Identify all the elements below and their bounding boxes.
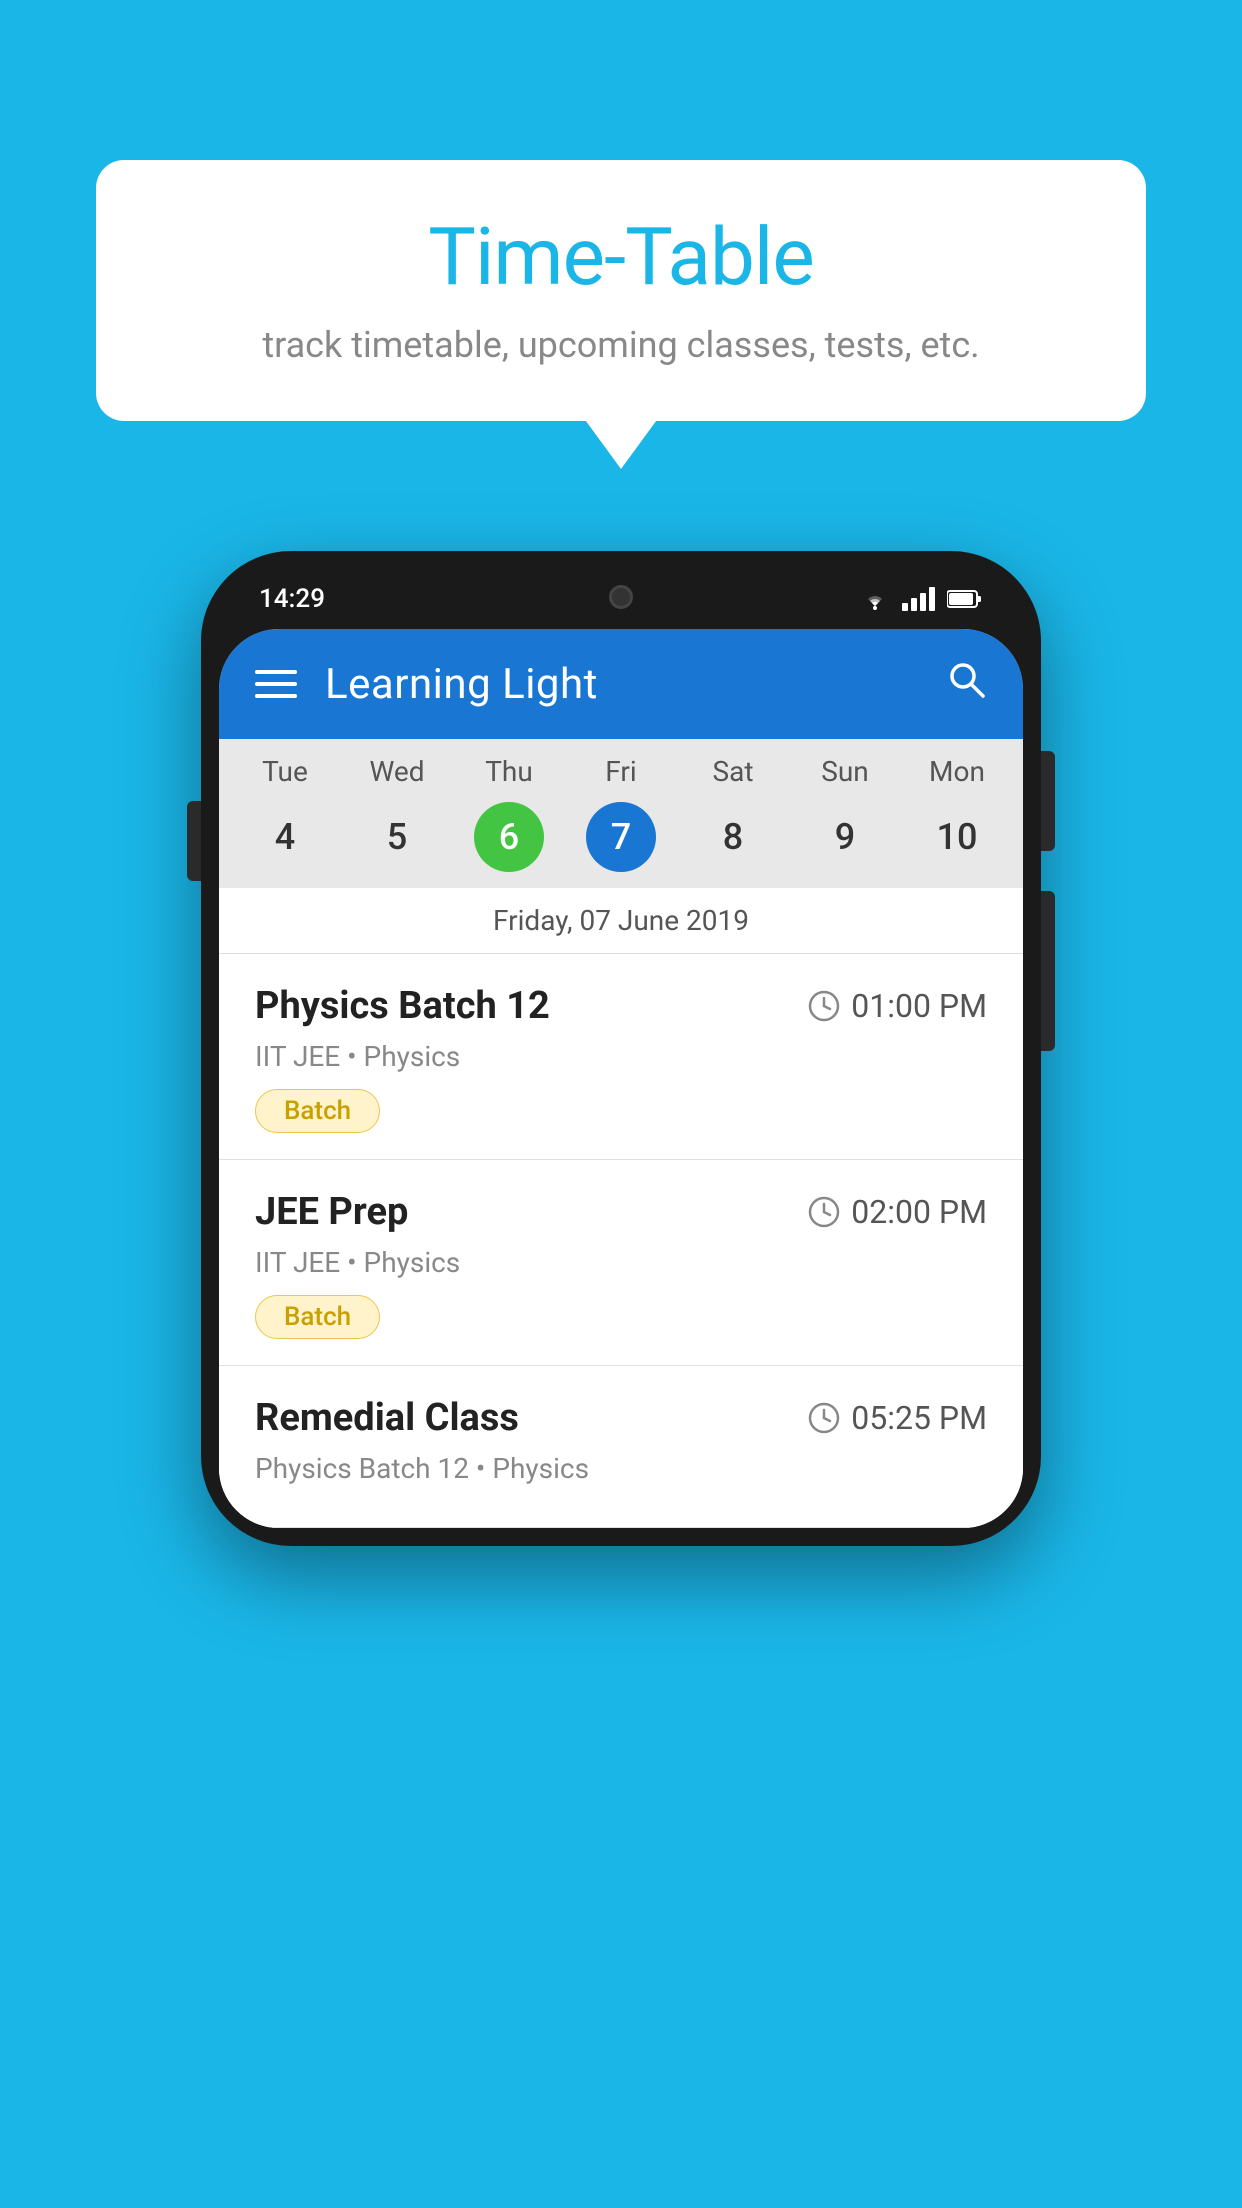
calendar-day-6[interactable]: Thu 6 — [454, 755, 564, 888]
calendar-day-7[interactable]: Fri 7 — [566, 755, 676, 888]
day-name: Tue — [262, 755, 308, 788]
day-number: 5 — [362, 802, 432, 872]
day-name: Fri — [605, 755, 636, 788]
front-camera — [609, 585, 633, 609]
day-name: Wed — [369, 755, 424, 788]
day-name: Thu — [485, 755, 533, 788]
power-button-bottom — [1041, 891, 1055, 1051]
clock-icon — [807, 989, 841, 1023]
day-name: Sun — [821, 755, 869, 788]
day-number: 4 — [250, 802, 320, 872]
schedule-item-header: Physics Batch 12 01:00 PM — [255, 984, 987, 1028]
phone-screen: Learning Light Tue4Wed5Thu6Fri7Sat8Sun9M… — [219, 629, 1023, 1528]
time-text: 02:00 PM — [851, 1193, 987, 1231]
day-number: 10 — [922, 802, 992, 872]
schedule-item-2[interactable]: Remedial Class 05:25 PM Physics Batch 12… — [219, 1366, 1023, 1528]
notch — [541, 569, 701, 624]
phone-outer: 14:29 — [201, 551, 1041, 1546]
schedule-list: Physics Batch 12 01:00 PM IIT JEE • Phys… — [219, 954, 1023, 1528]
schedule-item-1[interactable]: JEE Prep 02:00 PM IIT JEE • Physics Batc… — [219, 1160, 1023, 1366]
calendar-day-5[interactable]: Wed 5 — [342, 755, 452, 888]
batch-badge: Batch — [255, 1295, 380, 1339]
calendar-day-8[interactable]: Sat 8 — [678, 755, 788, 888]
speech-bubble-area: Time-Table track timetable, upcoming cla… — [0, 0, 1242, 421]
time-text: 05:25 PM — [851, 1399, 987, 1437]
calendar-date-label: Friday, 07 June 2019 — [219, 888, 1023, 954]
day-name: Sat — [712, 755, 753, 788]
day-name: Mon — [929, 755, 985, 788]
calendar-day-10[interactable]: Mon 10 — [902, 755, 1012, 888]
signal-icon — [902, 587, 935, 611]
day-number: 9 — [810, 802, 880, 872]
search-icon[interactable] — [945, 658, 987, 711]
schedule-meta: IIT JEE • Physics — [255, 1040, 987, 1073]
schedule-time: 05:25 PM — [807, 1399, 987, 1437]
status-icons — [860, 587, 983, 611]
day-number: 6 — [474, 802, 544, 872]
schedule-title: Remedial Class — [255, 1396, 519, 1440]
day-number: 7 — [586, 802, 656, 872]
clock-icon — [807, 1401, 841, 1435]
batch-badge: Batch — [255, 1089, 380, 1133]
schedule-time: 02:00 PM — [807, 1193, 987, 1231]
schedule-time: 01:00 PM — [807, 987, 987, 1025]
status-bar: 14:29 — [219, 569, 1023, 629]
speech-bubble-subtitle: track timetable, upcoming classes, tests… — [156, 324, 1086, 366]
schedule-meta: Physics Batch 12 • Physics — [255, 1452, 987, 1485]
schedule-item-header: JEE Prep 02:00 PM — [255, 1190, 987, 1234]
calendar-strip: Tue 4 Wed 5 Thu 6 Fri 7 Sat 8 Sun 9 Mon 10 Friday, 07… — [219, 739, 1023, 954]
day-number: 8 — [698, 802, 768, 872]
clock-icon — [807, 1195, 841, 1229]
schedule-meta: IIT JEE • Physics — [255, 1246, 987, 1279]
calendar-days-row: Tue 4 Wed 5 Thu 6 Fri 7 Sat 8 Sun 9 Mon 10 — [219, 755, 1023, 888]
speech-bubble: Time-Table track timetable, upcoming cla… — [96, 160, 1146, 421]
calendar-day-4[interactable]: Tue 4 — [230, 755, 340, 888]
battery-icon — [947, 589, 983, 609]
schedule-title: Physics Batch 12 — [255, 984, 550, 1028]
schedule-item-0[interactable]: Physics Batch 12 01:00 PM IIT JEE • Phys… — [219, 954, 1023, 1160]
speech-bubble-title: Time-Table — [156, 210, 1086, 304]
status-time: 14:29 — [259, 584, 325, 614]
app-title: Learning Light — [325, 660, 917, 709]
schedule-title: JEE Prep — [255, 1190, 408, 1234]
volume-button — [187, 801, 201, 881]
power-button-top — [1041, 751, 1055, 851]
schedule-item-header: Remedial Class 05:25 PM — [255, 1396, 987, 1440]
wifi-icon — [860, 588, 890, 610]
hamburger-menu-icon[interactable] — [255, 670, 297, 698]
app-bar: Learning Light — [219, 629, 1023, 739]
calendar-day-9[interactable]: Sun 9 — [790, 755, 900, 888]
time-text: 01:00 PM — [851, 987, 987, 1025]
phone-mockup: 14:29 — [201, 551, 1041, 1546]
